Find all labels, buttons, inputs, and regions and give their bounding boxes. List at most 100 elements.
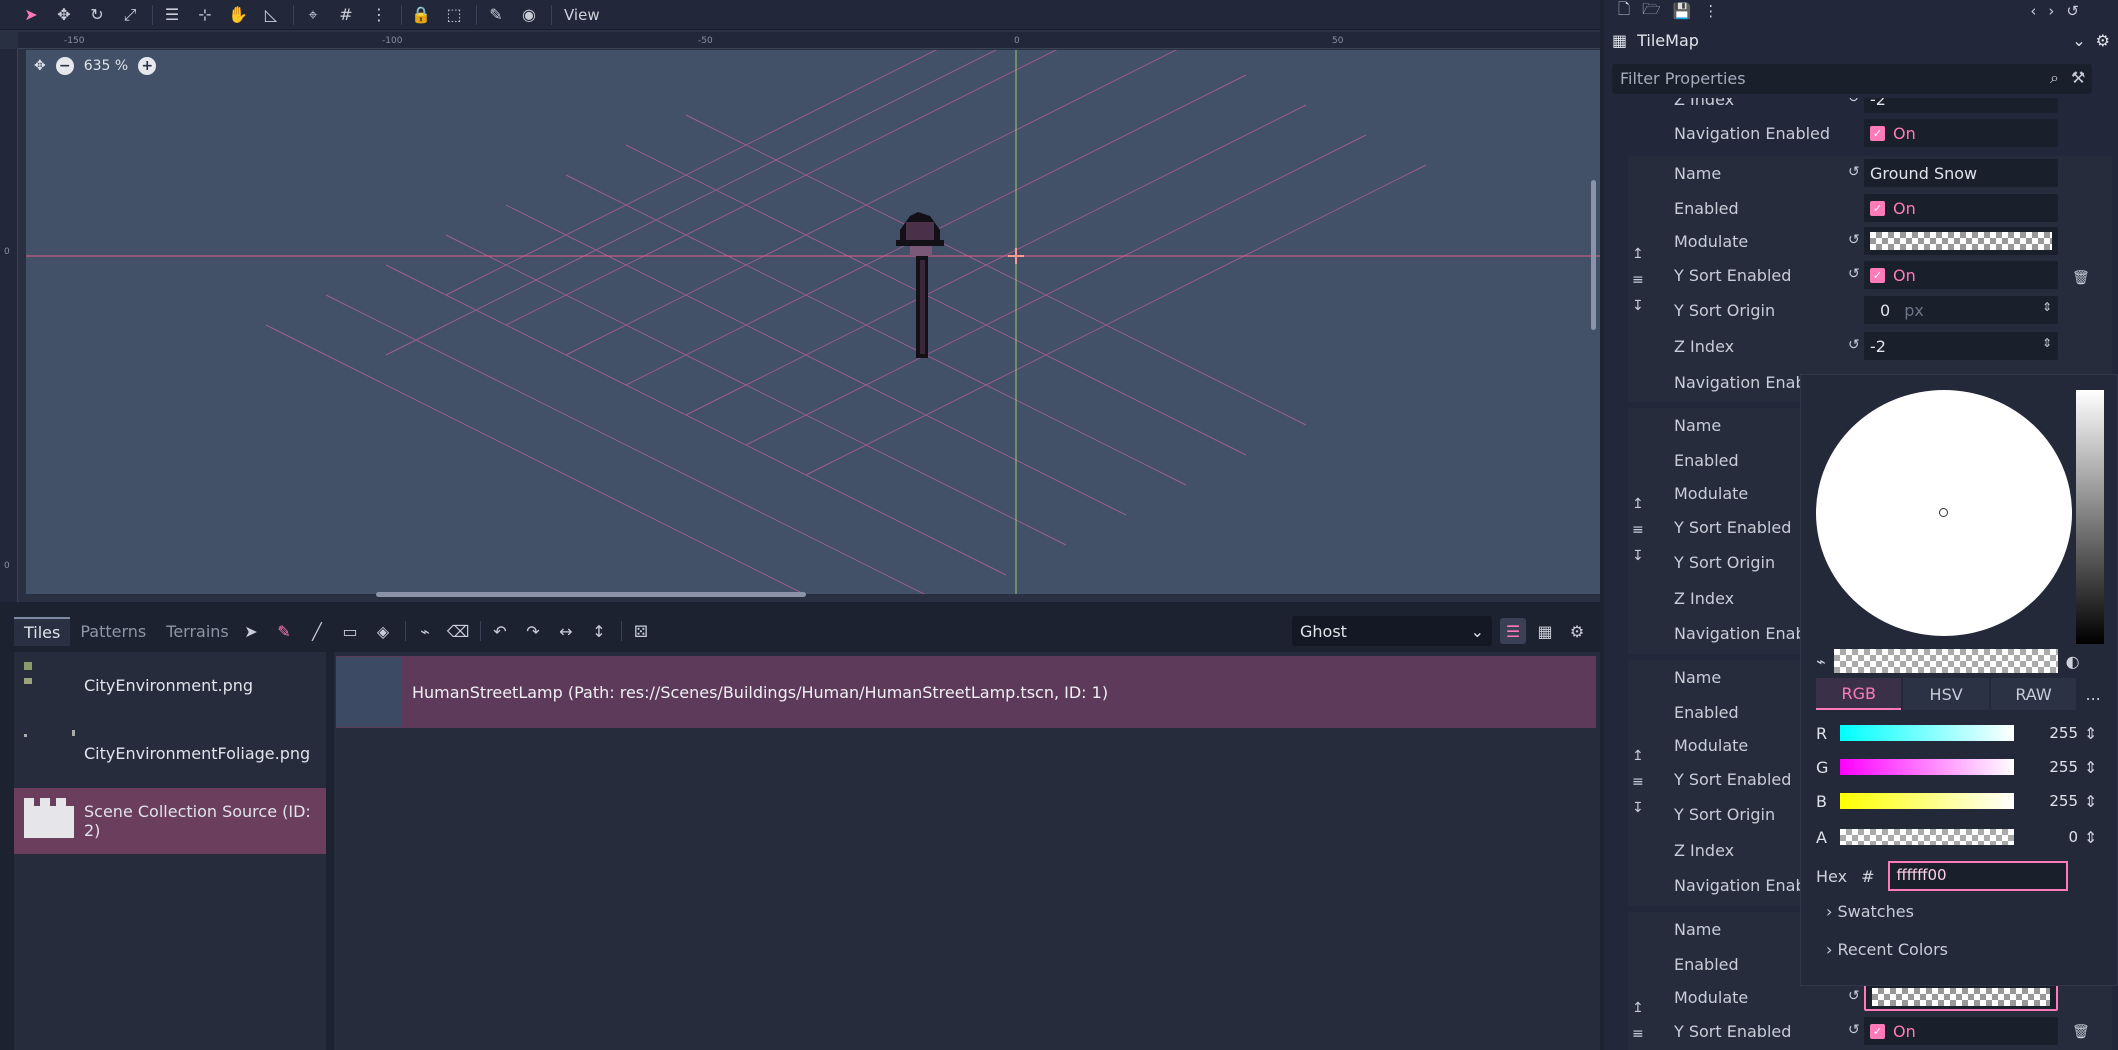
layers-icon[interactable]: ☰: [1500, 618, 1526, 644]
revert-icon[interactable]: ↺: [1848, 266, 1860, 282]
object-properties-icon[interactable]: ⚙: [2096, 31, 2110, 50]
history-icon[interactable]: ↺: [2066, 2, 2079, 20]
scale-tool-icon[interactable]: ⤢: [115, 2, 145, 28]
hex-input[interactable]: ffffff00: [1888, 861, 2069, 891]
color-swatch[interactable]: [1864, 227, 2058, 255]
eraser-icon[interactable]: ⌫: [443, 618, 473, 644]
spinner-icon[interactable]: ⇕: [2084, 724, 2097, 743]
pivot-icon[interactable]: ⊹: [190, 2, 220, 28]
grid-toggle-icon[interactable]: ▦: [1532, 618, 1558, 644]
rotate-tool-icon[interactable]: ↻: [82, 2, 112, 28]
swatches-section[interactable]: › Swatches: [1826, 902, 1914, 921]
color-swatch[interactable]: [1864, 983, 2058, 1011]
layer-highlight-select[interactable]: Ghost ⌄: [1292, 616, 1492, 646]
ruler-tool-icon[interactable]: ◺: [256, 2, 286, 28]
list-item[interactable]: CityEnvironment.png: [14, 652, 326, 718]
bucket-icon[interactable]: ◈: [368, 618, 398, 644]
checkbox-value[interactable]: ✓ On: [1864, 1017, 2058, 1045]
select-icon[interactable]: ➤: [236, 618, 266, 644]
new-resource-icon[interactable]: 🗋: [1618, 0, 1630, 24]
checkbox-value[interactable]: ✓ On: [1864, 261, 2058, 289]
number-field[interactable]: 0 px ⇕: [1864, 296, 2058, 324]
alpha-slider[interactable]: [1840, 829, 2014, 845]
spinner-icon[interactable]: ⇕: [2042, 336, 2052, 350]
blue-slider[interactable]: [1840, 793, 2014, 809]
property-value[interactable]: -2: [1864, 98, 2058, 113]
center-view-icon[interactable]: ✥: [34, 58, 46, 74]
slider-value[interactable]: 255: [2014, 792, 2078, 810]
value-slider[interactable]: [2076, 390, 2104, 644]
tab-tiles[interactable]: Tiles: [14, 616, 71, 646]
zoom-in-button[interactable]: +: [138, 57, 157, 75]
filter-properties-input[interactable]: Filter Properties: [1612, 64, 2092, 94]
view-menu[interactable]: View: [556, 6, 608, 24]
name-field[interactable]: Ground Snow: [1864, 159, 2058, 187]
flip-v-icon[interactable]: ↕: [584, 618, 614, 644]
rotate-right-icon[interactable]: ↷: [518, 618, 548, 644]
save-icon[interactable]: 💾: [1673, 2, 1692, 20]
zoom-out-button[interactable]: −: [55, 57, 74, 75]
spinner-icon[interactable]: ⇕: [2084, 758, 2097, 777]
checkbox-value[interactable]: ✓ On: [1864, 119, 2058, 147]
spinner-icon[interactable]: ⇕: [2042, 300, 2052, 314]
group-icon[interactable]: ⬚: [439, 2, 469, 28]
picker-icon[interactable]: ⌁: [410, 618, 440, 644]
spinner-icon[interactable]: ⇕: [2084, 792, 2097, 811]
history-back-icon[interactable]: ‹: [2030, 2, 2036, 20]
slider-value[interactable]: 255: [2014, 758, 2078, 776]
open-folder-icon[interactable]: 🗁: [1642, 0, 1661, 24]
spinner-icon[interactable]: ⇕: [2084, 828, 2097, 847]
move-tool-icon[interactable]: ✥: [49, 2, 79, 28]
recent-colors-section[interactable]: › Recent Colors: [1826, 940, 1948, 959]
slider-value[interactable]: 0: [2014, 828, 2078, 846]
settings-icon[interactable]: ⚙: [1564, 618, 1590, 644]
grid-snap-icon[interactable]: #: [331, 2, 361, 28]
smart-snap-icon[interactable]: ⌖: [298, 2, 328, 28]
list-item[interactable]: Scene Collection Source (ID: 2): [14, 788, 326, 854]
paint-icon[interactable]: ✎: [269, 618, 299, 644]
list-select-icon[interactable]: ☰: [157, 2, 187, 28]
tab-hsv[interactable]: HSV: [1903, 678, 1989, 710]
tools-icon[interactable]: ⚒: [2071, 68, 2085, 88]
flip-h-icon[interactable]: ↔: [551, 618, 581, 644]
wheel-cursor[interactable]: [1939, 508, 1948, 517]
pan-tool-icon[interactable]: ✋: [223, 2, 253, 28]
select-tool-icon[interactable]: ➤: [16, 2, 46, 28]
checkbox-value[interactable]: ✓ On: [1864, 194, 2058, 222]
vertical-scrollbar[interactable]: [1591, 180, 1596, 330]
revert-icon[interactable]: ↺: [1848, 232, 1860, 248]
line-icon[interactable]: ╱: [302, 618, 332, 644]
tab-patterns[interactable]: Patterns: [70, 618, 156, 645]
number-field[interactable]: -2 ⇕: [1864, 332, 2058, 360]
revert-icon[interactable]: ↺: [1848, 337, 1860, 353]
inspected-object[interactable]: ▦ TileMap ⌄ ⚙: [1612, 24, 2110, 56]
more-icon[interactable]: ⋮: [1703, 2, 1718, 20]
lock-icon[interactable]: 🔒: [406, 2, 436, 28]
random-tile-icon[interactable]: ⚄: [626, 618, 656, 644]
camera-override-icon[interactable]: ◉: [514, 2, 544, 28]
slider-value[interactable]: 255: [2014, 724, 2078, 742]
tab-rgb[interactable]: RGB: [1816, 678, 1902, 710]
rotate-left-icon[interactable]: ↶: [485, 618, 515, 644]
scene-canvas[interactable]: [26, 50, 1600, 594]
zoom-level[interactable]: 635 %: [84, 58, 128, 74]
property-label: Name: [1674, 668, 1722, 687]
more-options[interactable]: ...: [2078, 678, 2108, 710]
revert-icon[interactable]: ↺: [1848, 1022, 1860, 1038]
history-forward-icon[interactable]: ›: [2048, 2, 2054, 20]
red-slider[interactable]: [1840, 725, 2014, 741]
tile-item[interactable]: HumanStreetLamp (Path: res://Scenes/Buil…: [336, 656, 1596, 728]
revert-icon[interactable]: ↺: [1848, 988, 1860, 1004]
bone-icon[interactable]: ✎: [481, 2, 511, 28]
snap-options-icon[interactable]: ⋮: [364, 2, 394, 28]
sample-toggle-icon[interactable]: ◐: [2066, 652, 2080, 671]
revert-icon[interactable]: ↺: [1848, 98, 1860, 106]
horizontal-scrollbar[interactable]: [376, 592, 806, 597]
rect-icon[interactable]: ▭: [335, 618, 365, 644]
list-item[interactable]: CityEnvironmentFoliage.png: [14, 720, 326, 786]
revert-icon[interactable]: ↺: [1848, 164, 1860, 180]
green-slider[interactable]: [1840, 759, 2014, 775]
eyedropper-icon[interactable]: ⌁: [1816, 652, 1826, 671]
tab-raw[interactable]: RAW: [1990, 678, 2077, 710]
tab-terrains[interactable]: Terrains: [156, 618, 239, 645]
